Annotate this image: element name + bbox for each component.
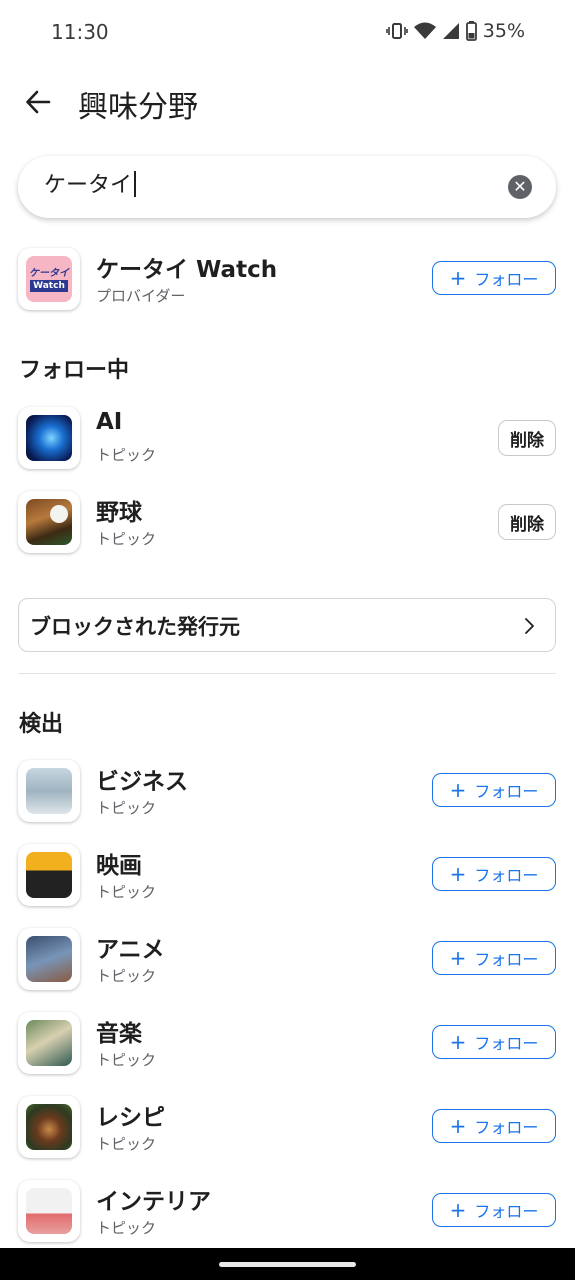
item-title: 野球	[96, 500, 142, 526]
blocked-label: ブロックされた発行元	[30, 615, 240, 639]
plus-icon: +	[449, 946, 467, 970]
discover-item-music[interactable]: 音楽 トピック + フォロー	[18, 1012, 558, 1076]
discover-item-recipes[interactable]: レシピ トピック + フォロー	[18, 1096, 558, 1160]
provider-logo: ケータイ Watch	[18, 248, 80, 310]
delete-button[interactable]: 削除	[498, 420, 556, 456]
battery-percent: 35%	[482, 20, 525, 42]
following-heading: フォロー中	[19, 358, 130, 383]
ai-thumbnail	[18, 407, 80, 469]
item-subtitle: トピック	[96, 967, 157, 985]
follow-label: フォロー	[474, 866, 539, 885]
item-title: AI	[96, 409, 123, 435]
following-item-baseball[interactable]: 野球 トピック 削除	[18, 491, 558, 555]
chevron-right-icon	[525, 618, 534, 634]
plus-icon: +	[449, 1198, 467, 1222]
navigation-bar	[0, 1248, 575, 1280]
movies-thumbnail	[18, 844, 80, 906]
search-value: ケータイ	[44, 173, 133, 198]
page-title: 興味分野	[78, 90, 198, 125]
divider	[18, 673, 556, 674]
plus-icon: +	[449, 1030, 467, 1054]
item-subtitle: トピック	[96, 883, 157, 901]
clear-icon: ✕	[513, 177, 527, 196]
interior-thumbnail	[18, 1180, 80, 1242]
item-title: インテリア	[96, 1189, 211, 1215]
status-icons: 35%	[385, 20, 525, 42]
logo-top-text: ケータイ	[29, 268, 69, 279]
provider-result-row[interactable]: ケータイ Watch ケータイ Watch プロバイダー + フォロー	[18, 248, 558, 312]
item-subtitle: トピック	[96, 1219, 157, 1237]
plus-icon: +	[449, 778, 467, 802]
music-thumbnail	[18, 1012, 80, 1074]
signal-icon	[442, 23, 459, 39]
discover-item-movies[interactable]: 映画 トピック + フォロー	[18, 844, 558, 908]
plus-icon: +	[449, 862, 467, 886]
follow-button[interactable]: + フォロー	[432, 857, 556, 891]
business-thumbnail	[18, 760, 80, 822]
item-subtitle: トピック	[96, 1051, 157, 1069]
follow-label: フォロー	[474, 782, 539, 801]
wifi-icon	[413, 22, 436, 39]
text-cursor	[134, 171, 137, 197]
arrow-back-icon	[26, 90, 51, 114]
back-button[interactable]	[18, 82, 58, 122]
baseball-thumbnail	[18, 491, 80, 553]
discover-item-business[interactable]: ビジネス トピック + フォロー	[18, 760, 558, 824]
delete-button[interactable]: 削除	[498, 504, 556, 540]
item-title: 音楽	[96, 1021, 142, 1047]
item-subtitle: トピック	[96, 530, 157, 548]
plus-icon: +	[449, 1114, 467, 1138]
item-title: 映画	[96, 853, 142, 879]
search-input[interactable]: ケータイ	[44, 169, 137, 203]
item-title: ビジネス	[96, 769, 188, 795]
app-bar: 興味分野	[0, 70, 575, 134]
clear-button[interactable]: ✕	[508, 175, 532, 199]
blocked-publishers-link[interactable]: ブロックされた発行元	[18, 598, 556, 652]
follow-label: フォロー	[474, 270, 539, 289]
follow-button[interactable]: + フォロー	[432, 1193, 556, 1227]
logo-bottom-text: Watch	[30, 280, 68, 292]
plus-icon: +	[449, 266, 467, 290]
item-title: レシピ	[96, 1105, 165, 1131]
follow-button[interactable]: + フォロー	[432, 1109, 556, 1143]
item-subtitle: トピック	[96, 1135, 157, 1153]
anime-thumbnail	[18, 928, 80, 990]
follow-label: フォロー	[474, 1034, 539, 1053]
follow-button[interactable]: + フォロー	[432, 261, 556, 295]
provider-subtitle: プロバイダー	[96, 287, 186, 305]
follow-label: フォロー	[474, 950, 539, 969]
status-time: 11:30	[51, 20, 109, 44]
discover-item-anime[interactable]: アニメ トピック + フォロー	[18, 928, 558, 992]
status-bar: 11:30 35%	[0, 0, 575, 62]
follow-label: フォロー	[474, 1202, 539, 1221]
item-title: アニメ	[96, 937, 165, 963]
home-handle[interactable]	[219, 1262, 356, 1267]
following-item-ai[interactable]: AI トピック 削除	[18, 407, 558, 471]
discover-item-interior[interactable]: インテリア トピック + フォロー	[18, 1180, 558, 1244]
recipes-thumbnail	[18, 1096, 80, 1158]
item-subtitle: トピック	[96, 446, 157, 464]
provider-title: ケータイ Watch	[96, 257, 278, 283]
vibrate-icon	[385, 23, 408, 39]
search-field[interactable]: ケータイ ✕	[18, 156, 556, 218]
item-subtitle: トピック	[96, 799, 157, 817]
discover-heading: 検出	[19, 712, 64, 737]
follow-button[interactable]: + フォロー	[432, 773, 556, 807]
follow-button[interactable]: + フォロー	[432, 1025, 556, 1059]
follow-button[interactable]: + フォロー	[432, 941, 556, 975]
battery-icon	[465, 21, 477, 41]
follow-label: フォロー	[474, 1118, 539, 1137]
